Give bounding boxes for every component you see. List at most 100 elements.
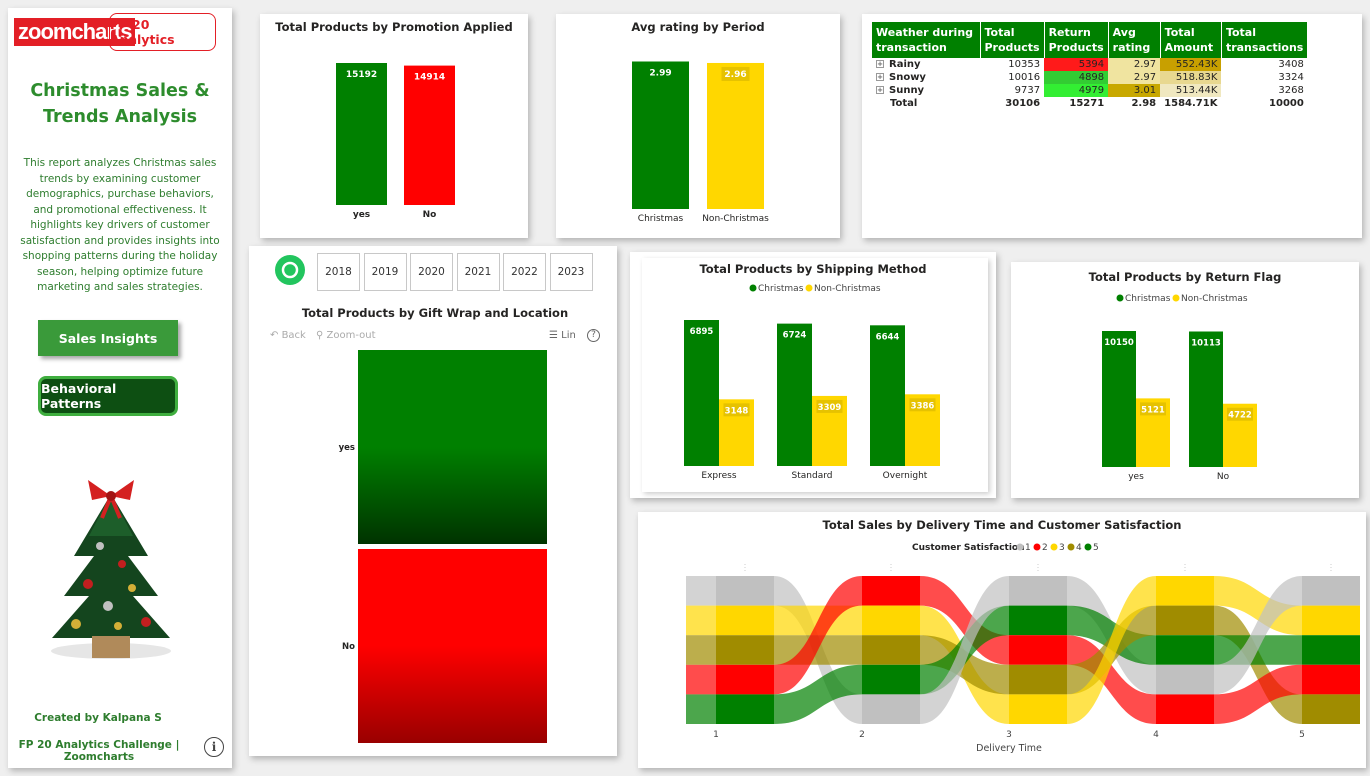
node-level-1 bbox=[716, 576, 774, 606]
legend-marker bbox=[1016, 543, 1024, 551]
category-label: No bbox=[423, 210, 437, 220]
bar-yes bbox=[358, 350, 547, 544]
info-icon[interactable]: i bbox=[204, 737, 224, 757]
report-title-line2: Trends Analysis bbox=[42, 107, 198, 127]
data-label: 4722 bbox=[1228, 411, 1252, 421]
expand-icon[interactable]: + bbox=[876, 73, 884, 81]
year-button-2021[interactable]: 2021 bbox=[456, 253, 500, 291]
table-cell: 3.01 bbox=[1108, 84, 1161, 97]
chart-title: Total Products by Shipping Method bbox=[699, 262, 927, 276]
category-label: yes bbox=[353, 210, 370, 220]
category-label: Christmas bbox=[638, 214, 684, 224]
column-header[interactable]: Total Amount bbox=[1160, 22, 1222, 58]
edge-ribbon bbox=[686, 605, 716, 636]
bar-yes bbox=[336, 63, 387, 205]
legend-entry: 4 bbox=[1076, 543, 1082, 553]
data-label: 2.96 bbox=[724, 70, 746, 80]
table-cell: 2.97 bbox=[1108, 71, 1161, 84]
column-header[interactable]: Total Products bbox=[980, 22, 1045, 58]
table-cell: 518.83K bbox=[1160, 71, 1222, 84]
node-level-3 bbox=[716, 605, 774, 636]
year-button-2020[interactable]: 2020 bbox=[410, 253, 453, 291]
legend-marker bbox=[1067, 543, 1075, 551]
node-level-4 bbox=[862, 635, 920, 665]
total-cell: 30106 bbox=[1005, 98, 1041, 109]
category-label: yes bbox=[1128, 472, 1144, 482]
edge-ribbon bbox=[686, 576, 716, 606]
row-label: + Sunny bbox=[872, 84, 980, 97]
node-level-5 bbox=[1302, 635, 1360, 665]
category-label: yes bbox=[339, 443, 355, 453]
giftwrap-chart: yes No bbox=[339, 350, 547, 743]
total-cell: 1584.71K bbox=[1164, 98, 1218, 109]
column-header[interactable]: Weather during transaction bbox=[872, 22, 981, 58]
x-tick-label: 2 bbox=[859, 730, 865, 740]
report-description: This report analyzes Christmas sales tre… bbox=[20, 157, 220, 293]
node-level-3 bbox=[1009, 694, 1067, 724]
christmas-tree-icon bbox=[51, 480, 171, 659]
x-tick-label: 5 bbox=[1299, 730, 1305, 740]
return-chart-card: Total Products by Return Flag Christmas N… bbox=[1011, 262, 1359, 498]
row-label: + Rainy bbox=[872, 58, 980, 71]
rating-chart-card: Avg rating by Period 2.99 Christmas 2.96 No… bbox=[556, 14, 840, 238]
year-button-2022[interactable]: 2022 bbox=[503, 253, 546, 291]
expand-icon[interactable]: + bbox=[876, 60, 884, 68]
sidebar: zoomcharts FP 20 Analytics Christmas Sal… bbox=[8, 8, 232, 768]
node-level-5 bbox=[1009, 605, 1067, 636]
total-cell: Total bbox=[890, 98, 918, 109]
node-level-4 bbox=[1156, 605, 1214, 636]
return-chart: Christmas Non-Christmas 10150 5121 yes 10113 4… bbox=[1102, 294, 1257, 482]
bar-yes-christmas bbox=[1102, 331, 1136, 467]
table-cell: 4898 bbox=[1044, 71, 1109, 84]
report-title-line1: Christmas Sales & bbox=[30, 81, 210, 101]
category-label: No bbox=[342, 642, 355, 652]
table-cell: 552.43K bbox=[1160, 58, 1222, 71]
node-level-2 bbox=[1156, 694, 1214, 724]
year-button-2019[interactable]: 2019 bbox=[363, 253, 407, 291]
legend-entry: Christmas bbox=[1125, 294, 1171, 304]
table-cell: 5394 bbox=[1044, 58, 1109, 71]
node-level-4 bbox=[716, 635, 774, 665]
node-level-1 bbox=[1302, 576, 1360, 606]
bar-non-christmas bbox=[707, 62, 764, 210]
legend-entry: 3 bbox=[1059, 543, 1065, 553]
footer-text: FP 20 Analytics Challenge | Zoomcharts bbox=[18, 739, 180, 763]
report-title: Christmas Sales & Trends Analysis bbox=[8, 78, 232, 130]
table-cell: 10353 bbox=[1008, 59, 1041, 70]
data-label: 14914 bbox=[414, 73, 445, 83]
table-row: + Rainy 10353 5394 2.97 552.43K 3408 bbox=[872, 58, 1308, 71]
data-label: 15192 bbox=[346, 70, 377, 80]
data-label: 10113 bbox=[1191, 338, 1221, 348]
node-level-1 bbox=[1156, 664, 1214, 695]
edge-ribbon bbox=[686, 664, 716, 695]
legend-entry: 1 bbox=[1025, 543, 1031, 553]
x-tick-label: 1 bbox=[713, 730, 719, 740]
refresh-icon[interactable] bbox=[274, 254, 306, 286]
year-button-2023[interactable]: 2023 bbox=[549, 253, 593, 291]
created-by: Created by Kalpana S bbox=[34, 712, 162, 724]
legend-marker bbox=[1050, 543, 1058, 551]
total-cell: 10000 bbox=[1269, 98, 1304, 109]
node-level-5 bbox=[1156, 635, 1214, 665]
column-header[interactable]: Avg rating bbox=[1108, 22, 1161, 58]
behavioral-patterns-button[interactable]: Behavioral Patterns bbox=[38, 376, 178, 416]
legend-entry: 2 bbox=[1042, 543, 1048, 553]
table-cell: 3408 bbox=[1278, 59, 1304, 70]
chart-title: Total Products by Promotion Applied bbox=[275, 20, 513, 34]
year-button-2018[interactable]: 2018 bbox=[317, 253, 360, 291]
row-label-text: Snowy bbox=[889, 72, 926, 83]
bar-no bbox=[358, 549, 547, 743]
giftwrap-chart-panel: Total Products by Gift Wrap and Location… bbox=[262, 300, 608, 750]
chart-title: Avg rating by Period bbox=[631, 20, 765, 34]
column-header[interactable]: Total transactions bbox=[1221, 22, 1309, 58]
column-header[interactable]: Return Products bbox=[1044, 22, 1109, 58]
legend-marker bbox=[1172, 294, 1180, 302]
node-level-2 bbox=[1302, 664, 1360, 695]
expand-icon[interactable]: + bbox=[876, 86, 884, 94]
category-label: Non-Christmas bbox=[702, 214, 769, 224]
node-level-5 bbox=[716, 694, 774, 724]
table-cell: 9737 bbox=[1014, 85, 1041, 96]
node-level-3 bbox=[1302, 605, 1360, 636]
legend-entry: 5 bbox=[1093, 543, 1099, 553]
sales-insights-button[interactable]: Sales Insights bbox=[38, 320, 178, 356]
